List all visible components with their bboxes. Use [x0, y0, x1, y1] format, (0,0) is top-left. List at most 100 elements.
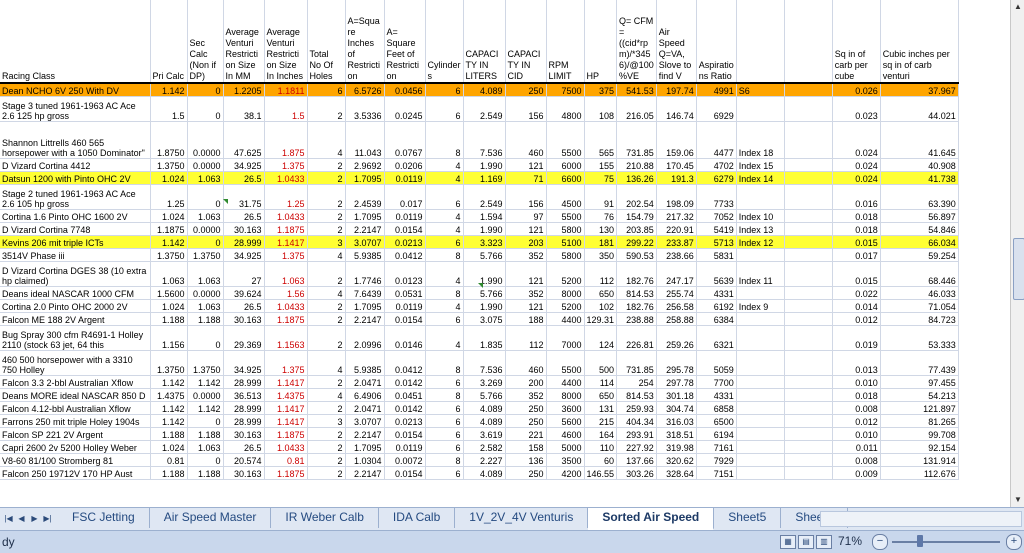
table-cell[interactable]: 131.914: [880, 453, 959, 467]
table-cell[interactable]: 256.58: [656, 299, 697, 313]
table-cell[interactable]: 238.66: [656, 248, 697, 262]
table-cell[interactable]: 460: [505, 350, 547, 376]
table-cell[interactable]: 5.9385: [345, 248, 385, 262]
table-cell[interactable]: 4500: [546, 184, 585, 210]
table-cell[interactable]: 6: [425, 83, 464, 97]
table-cell[interactable]: 1.024: [150, 440, 188, 454]
table-cell[interactable]: 63.390: [880, 184, 959, 210]
table-cell[interactable]: 301.18: [656, 388, 697, 402]
table-cell[interactable]: 4: [425, 222, 464, 236]
table-cell[interactable]: 112.676: [880, 466, 959, 480]
table-cell[interactable]: 146.55: [584, 466, 618, 480]
table-cell[interactable]: 0.0000: [187, 286, 224, 300]
table-cell[interactable]: 1.0433: [264, 209, 308, 223]
table-cell[interactable]: 108: [584, 96, 618, 122]
table-cell[interactable]: 1.7095: [345, 299, 385, 313]
table-cell[interactable]: 37.967: [880, 83, 959, 97]
table-cell[interactable]: 197.74: [656, 83, 697, 97]
table-cell[interactable]: 2.0996: [345, 325, 385, 351]
table-cell[interactable]: 1.375: [264, 248, 308, 262]
table-cell[interactable]: 4: [307, 388, 346, 402]
table-cell[interactable]: 46.033: [880, 286, 959, 300]
table-cell[interactable]: 34.925: [223, 350, 265, 376]
table-cell[interactable]: 6: [425, 96, 464, 122]
table-cell[interactable]: 352: [505, 248, 547, 262]
table-cell[interactable]: 41.738: [880, 171, 959, 185]
table-cell[interactable]: 4400: [546, 375, 585, 389]
table-cell[interactable]: 650: [584, 286, 618, 300]
page-break-icon[interactable]: ▥: [816, 535, 832, 549]
table-cell[interactable]: [784, 286, 833, 300]
table-cell[interactable]: 30.163: [223, 222, 265, 236]
table-cell[interactable]: 4: [307, 248, 346, 262]
table-cell[interactable]: 1.3750: [187, 248, 224, 262]
table-cell[interactable]: 26.5: [223, 209, 265, 223]
table-cell[interactable]: 5200: [546, 261, 585, 287]
table-cell[interactable]: [784, 209, 833, 223]
table-cell[interactable]: 2: [307, 427, 346, 441]
table-cell[interactable]: 0: [187, 184, 224, 210]
table-cell[interactable]: 1.142: [150, 414, 188, 428]
zoom-level[interactable]: 71%: [838, 534, 862, 548]
table-cell[interactable]: 1.063: [150, 261, 188, 287]
column-header[interactable]: Cubic inches per sq in of carb venturi: [880, 0, 959, 84]
table-cell[interactable]: [784, 453, 833, 467]
table-cell[interactable]: 0.0000: [187, 121, 224, 159]
table-cell[interactable]: 3600: [546, 401, 585, 415]
table-cell[interactable]: 30.163: [223, 312, 265, 326]
table-cell[interactable]: 259.93: [616, 401, 657, 415]
table-cell[interactable]: [784, 375, 833, 389]
scroll-thumb[interactable]: [1013, 238, 1024, 300]
table-cell[interactable]: 99.708: [880, 427, 959, 441]
table-cell[interactable]: 0.023: [832, 96, 881, 122]
table-cell[interactable]: Index 10: [736, 209, 785, 223]
table-cell[interactable]: 3.5336: [345, 96, 385, 122]
table-cell[interactable]: 6600: [546, 171, 585, 185]
table-cell[interactable]: 1.0433: [264, 299, 308, 313]
table-cell[interactable]: 0.0119: [384, 209, 426, 223]
table-cell[interactable]: 7161: [696, 440, 737, 454]
table-cell[interactable]: [736, 427, 785, 441]
table-cell[interactable]: 6: [425, 184, 464, 210]
table-cell[interactable]: 4400: [546, 312, 585, 326]
table-cell[interactable]: 1.1417: [264, 375, 308, 389]
table-cell[interactable]: 250: [505, 466, 547, 480]
table-cell[interactable]: 4: [425, 209, 464, 223]
table-cell[interactable]: 1.188: [150, 466, 188, 480]
table-cell[interactable]: 320.62: [656, 453, 697, 467]
table-cell[interactable]: Falcon 250 19712V 170 HP Aust: [0, 466, 151, 480]
table-cell[interactable]: 1.188: [187, 312, 224, 326]
table-cell[interactable]: 4: [307, 286, 346, 300]
table-cell[interactable]: [736, 388, 785, 402]
table-cell[interactable]: 44.021: [880, 96, 959, 122]
table-cell[interactable]: 1.990: [463, 261, 506, 287]
table-cell[interactable]: 1.156: [150, 325, 188, 351]
table-cell[interactable]: 5.766: [463, 388, 506, 402]
table-cell[interactable]: Index 18: [736, 121, 785, 159]
table-cell[interactable]: 5419: [696, 222, 737, 236]
next-sheet-icon[interactable]: ▶: [28, 511, 41, 527]
table-cell[interactable]: 2: [307, 375, 346, 389]
table-cell[interactable]: 97.455: [880, 375, 959, 389]
table-cell[interactable]: 137.66: [616, 453, 657, 467]
table-cell[interactable]: 0.022: [832, 286, 881, 300]
table-cell[interactable]: 38.1: [223, 96, 265, 122]
table-cell[interactable]: 146.74: [656, 96, 697, 122]
table-cell[interactable]: Falcon 4.12-bbl Australian Xflow: [0, 401, 151, 415]
column-header[interactable]: CAPACI TY IN CID: [505, 0, 547, 84]
table-cell[interactable]: [736, 440, 785, 454]
table-cell[interactable]: 0.012: [832, 414, 881, 428]
table-cell[interactable]: 8: [425, 350, 464, 376]
table-cell[interactable]: 136.26: [616, 171, 657, 185]
table-cell[interactable]: 121: [505, 222, 547, 236]
table-cell[interactable]: V8-60 81/100 Stromberg 81: [0, 453, 151, 467]
column-header[interactable]: A= Square Feet of Restricti on: [384, 0, 426, 84]
table-cell[interactable]: 2.2147: [345, 222, 385, 236]
table-cell[interactable]: 1.188: [187, 427, 224, 441]
table-cell[interactable]: 3.269: [463, 375, 506, 389]
table-cell[interactable]: 8: [425, 248, 464, 262]
table-cell[interactable]: 3.0707: [345, 235, 385, 249]
table-cell[interactable]: 0.0123: [384, 261, 426, 287]
table-cell[interactable]: 227.92: [616, 440, 657, 454]
table-cell[interactable]: [736, 414, 785, 428]
